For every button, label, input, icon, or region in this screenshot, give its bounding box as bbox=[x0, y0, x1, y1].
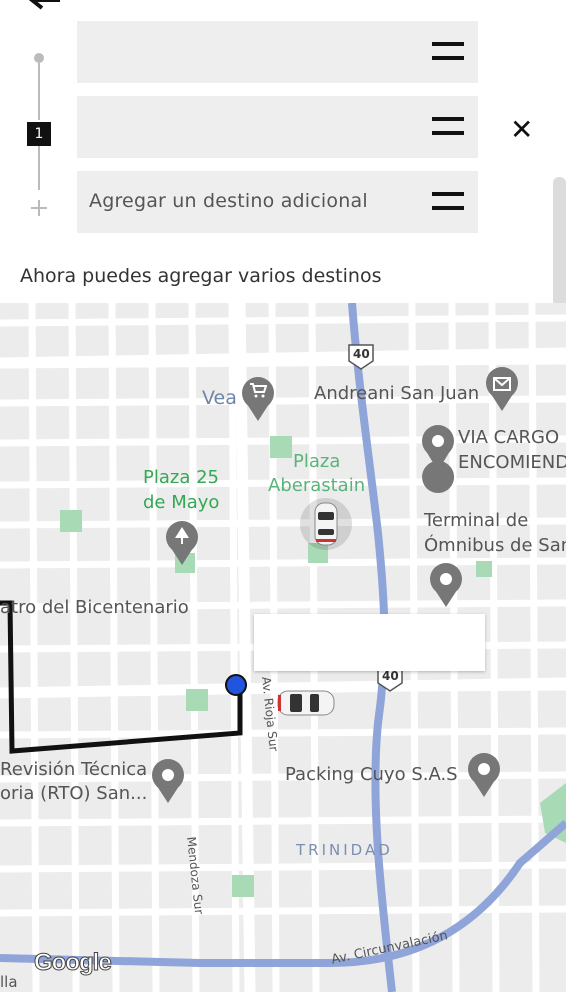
poi-label-via-cargo: VIA CARGO bbox=[458, 427, 560, 448]
car-icon bbox=[300, 498, 352, 550]
poi-label-via-cargo-2: ENCOMIEND bbox=[458, 452, 566, 473]
add-destination-placeholder: Agregar un destino adicional bbox=[89, 190, 368, 212]
drag-handle-icon[interactable] bbox=[432, 42, 464, 62]
poi-label-teatro: atro del Bicentenario bbox=[0, 597, 189, 618]
poi-label-terminal: Terminal de bbox=[424, 510, 529, 531]
poi-label-revision: Revisión Técnica bbox=[0, 759, 148, 780]
area-label-trinidad: TRINIDAD bbox=[296, 841, 393, 859]
google-logo: Google bbox=[34, 949, 113, 977]
route-40-shield-label: 40 bbox=[353, 347, 370, 361]
origin-field[interactable] bbox=[77, 21, 478, 83]
back-arrow-icon[interactable] bbox=[24, 0, 64, 20]
map[interactable]: Vea Andreani San Juan VIA CARGO ENCOMIEN… bbox=[0, 303, 566, 992]
poi-label-plaza-aberastain-2: Aberastain bbox=[268, 475, 366, 496]
route-40-shield-label: 40 bbox=[382, 669, 399, 683]
mail-icon bbox=[493, 376, 511, 391]
bottom-left-label: lla bbox=[0, 973, 18, 991]
remove-stop-close-icon[interactable]: ✕ bbox=[510, 113, 533, 146]
poi-label-vea: Vea bbox=[202, 387, 237, 409]
poi-label-terminal-2: Ómnibus de San bbox=[424, 535, 566, 556]
poi-label-plaza-25: Plaza 25 bbox=[143, 467, 219, 488]
route-editor: 1 Agregar un destino adicional ✕ Ahora p… bbox=[0, 0, 566, 355]
shopping-cart-icon bbox=[249, 382, 268, 398]
poi-label-plaza-25-2: de Mayo bbox=[143, 492, 220, 513]
stop-number-badge: 1 bbox=[27, 122, 51, 146]
poi-label-andreani: Andreani San Juan bbox=[314, 383, 480, 404]
poi-label-packing: Packing Cuyo S.A.S bbox=[285, 764, 458, 785]
add-destination-field[interactable]: Agregar un destino adicional bbox=[77, 171, 478, 233]
poi-label-plaza-aberastain: Plaza bbox=[293, 451, 341, 472]
eta-info-box[interactable] bbox=[254, 614, 485, 671]
multiple-destinations-hint: Ahora puedes agregar varios destinos bbox=[20, 265, 382, 287]
tree-icon bbox=[173, 525, 191, 547]
drag-handle-icon[interactable] bbox=[432, 192, 464, 212]
destination-field[interactable] bbox=[77, 96, 478, 158]
pickup-location-dot bbox=[225, 674, 247, 696]
poi-label-revision-2: oria (RTO) San... bbox=[0, 783, 148, 804]
drag-handle-icon[interactable] bbox=[432, 117, 464, 137]
car-icon bbox=[272, 681, 340, 723]
